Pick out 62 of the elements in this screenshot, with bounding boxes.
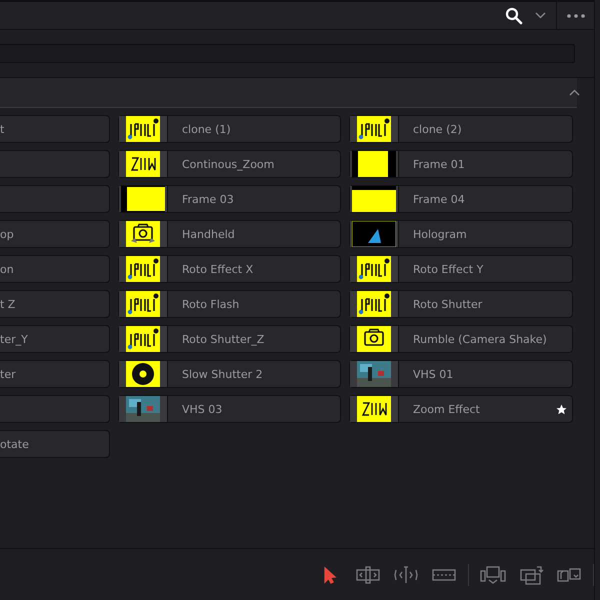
- effect-card[interactable]: VHS 03: [118, 395, 341, 423]
- thumbnail: [352, 151, 396, 177]
- effect-card[interactable]: Rumble (Camera Shake): [349, 325, 573, 353]
- thumbnail: [352, 221, 396, 247]
- effect-card[interactable]: clone (2): [349, 115, 573, 143]
- effect-card[interactable]: Frame 01: [349, 150, 573, 178]
- effect-card[interactable]: Hologram: [349, 220, 573, 248]
- chevron-up-icon[interactable]: [569, 89, 580, 96]
- effect-name: Frame 04: [413, 192, 465, 206]
- effect-name: Zoom Effect: [413, 402, 480, 416]
- thumbnail: [352, 186, 396, 212]
- effect-name: ter_Y: [0, 332, 28, 346]
- effect-card[interactable]: Zoom Effect: [349, 395, 573, 423]
- effect-name: Roto Shutter: [413, 298, 482, 310]
- effect-name: clone (1): [182, 122, 231, 136]
- chevron-down-icon[interactable]: [535, 12, 546, 19]
- effect-name: Frame 03: [182, 192, 234, 206]
- effect-name: VHS 03: [182, 402, 222, 416]
- effect-card[interactable]: Handheld: [118, 220, 341, 248]
- effect-card[interactable]: ter_Y: [0, 325, 110, 353]
- effect-card[interactable]: ter: [0, 360, 110, 388]
- more-icon[interactable]: [567, 14, 585, 18]
- insert-tool-icon[interactable]: [479, 564, 507, 584]
- effect-card[interactable]: t: [0, 115, 110, 143]
- effect-card[interactable]: Roto Shutter: [349, 290, 573, 318]
- effect-name: t Z: [0, 298, 16, 310]
- effect-card[interactable]: clone (1): [118, 115, 341, 143]
- thumbnail: [121, 186, 165, 212]
- effect-name: Rumble (Camera Shake): [413, 332, 547, 346]
- effect-name: ter: [0, 368, 16, 380]
- effect-name: t: [0, 122, 4, 136]
- effect-name: Roto Flash: [182, 298, 240, 310]
- effect-name: Continous_Zoom: [182, 158, 274, 170]
- effect-name: Roto Effect Y: [413, 262, 484, 276]
- effect-card[interactable]: Slow Shutter 2: [118, 360, 341, 388]
- blade-tool-icon[interactable]: [392, 564, 420, 584]
- trim-tool-icon[interactable]: [354, 564, 382, 584]
- effect-name: clone (2): [413, 122, 462, 136]
- effect-card[interactable]: VHS 01: [349, 360, 573, 388]
- effect-name: Roto Shutter_Z: [182, 332, 264, 346]
- effect-card[interactable]: Roto Flash: [118, 290, 341, 318]
- star-icon[interactable]: [556, 404, 567, 415]
- effect-name: Slow Shutter 2: [182, 368, 263, 380]
- effect-card[interactable]: Roto Effect Y: [349, 255, 573, 283]
- effect-name: Frame 01: [413, 158, 465, 170]
- effect-name: Hologram: [413, 228, 467, 240]
- effect-card[interactable]: Roto Shutter_Z: [118, 325, 341, 353]
- effect-card[interactable]: t Z: [0, 290, 110, 318]
- effect-card[interactable]: Frame 03: [118, 185, 341, 213]
- effect-name: on: [0, 262, 14, 276]
- effect-name: Handheld: [182, 228, 235, 240]
- search-icon[interactable]: [505, 6, 523, 24]
- effect-name: otate: [0, 438, 29, 450]
- effect-name: VHS 01: [413, 368, 454, 380]
- effect-card[interactable]: Roto Effect X: [118, 255, 341, 283]
- effect-card[interactable]: on: [0, 255, 110, 283]
- effect-card[interactable]: op: [0, 220, 110, 248]
- effect-card[interactable]: Continous_Zoom: [118, 150, 341, 178]
- effect-card[interactable]: otate: [0, 430, 110, 458]
- effect-card[interactable]: Frame 04: [349, 185, 573, 213]
- effect-name: op: [0, 228, 14, 240]
- effect-name: Roto Effect X: [182, 262, 254, 276]
